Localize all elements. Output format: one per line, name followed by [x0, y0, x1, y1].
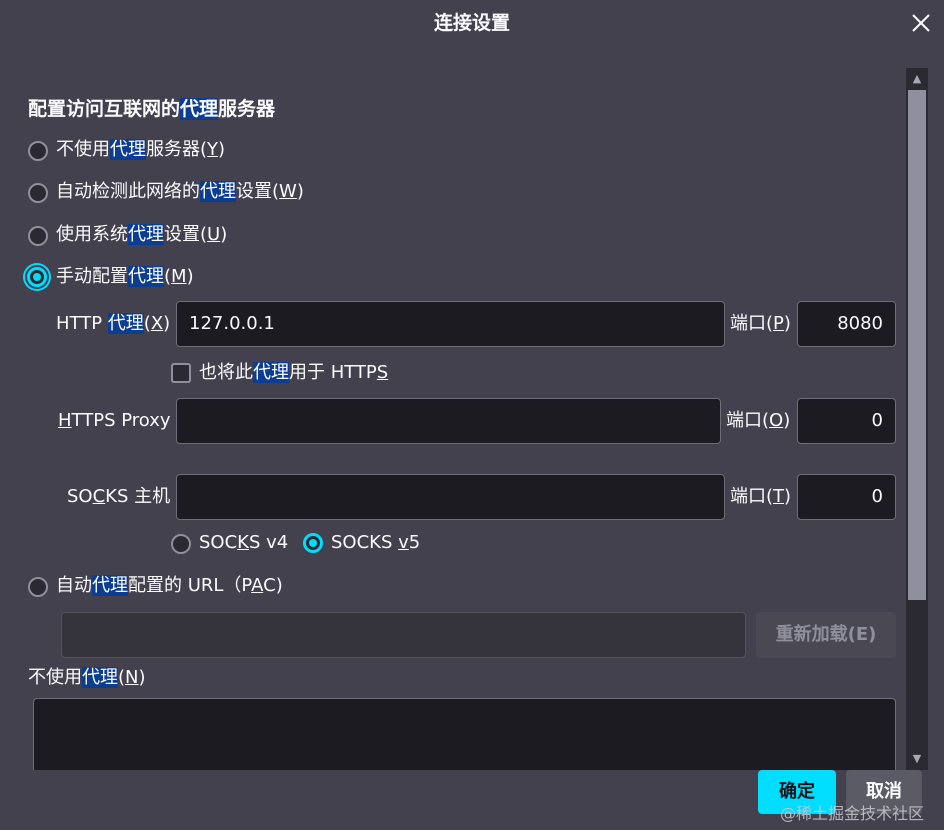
close-icon: [912, 14, 930, 32]
close-button[interactable]: [908, 10, 934, 36]
http-port-input[interactable]: 8080: [797, 301, 896, 347]
also-https-checkbox[interactable]: [171, 363, 191, 383]
socks-port-label: 端口(T): [730, 486, 792, 507]
radio-auto-detect[interactable]: [28, 183, 48, 203]
scroll-down-icon[interactable]: ▼: [908, 750, 926, 768]
radio-socks-v4-label[interactable]: SOCKS v4: [199, 530, 288, 556]
https-proxy-label: HTTPS Proxy: [58, 410, 171, 431]
radio-auto-detect-label[interactable]: 自动检测此网络的代理设置(W): [56, 179, 304, 205]
http-port-label: 端口(P): [730, 313, 791, 334]
radio-no-proxy-label[interactable]: 不使用代理服务器(Y): [56, 137, 225, 163]
also-https-label[interactable]: 也将此代理用于 HTTPS: [199, 360, 388, 386]
radio-circle-checked[interactable]: [27, 267, 47, 287]
radio-circle[interactable]: [28, 577, 48, 597]
socks-host-label: SOCKS 主机: [67, 486, 171, 507]
http-proxy-input[interactable]: 127.0.0.1: [176, 301, 725, 347]
dialog-title: 连接设置: [433, 12, 510, 34]
http-proxy-label: HTTP 代理(X): [56, 313, 171, 334]
https-port-label: 端口(O): [726, 410, 791, 431]
radio-socks-v4[interactable]: [171, 534, 191, 554]
watermark: @稀土掘金技术社区: [780, 804, 925, 823]
radio-manual-proxy[interactable]: [27, 267, 47, 287]
radio-circle[interactable]: [28, 141, 48, 161]
radio-circle[interactable]: [28, 226, 48, 246]
radio-circle[interactable]: [171, 534, 191, 554]
radio-system-proxy-label[interactable]: 使用系统代理设置(U): [56, 222, 227, 248]
radio-socks-v5[interactable]: [303, 533, 323, 553]
radio-no-proxy[interactable]: [28, 141, 48, 161]
radio-pac-label[interactable]: 自动代理配置的 URL（PAC): [56, 573, 283, 599]
radio-pac[interactable]: [28, 577, 48, 597]
reload-button[interactable]: 重新加载(E): [756, 612, 896, 658]
scrollbar-thumb[interactable]: [908, 90, 926, 600]
no-proxy-for-label: 不使用代理(N): [28, 667, 146, 688]
pac-url-input[interactable]: [61, 612, 746, 658]
radio-manual-proxy-label[interactable]: 手动配置代理(M): [56, 264, 194, 290]
radio-circle-checked[interactable]: [303, 533, 323, 553]
radio-socks-v5-label[interactable]: SOCKS v5: [331, 530, 420, 556]
socks-host-input[interactable]: [176, 474, 725, 520]
section-title: 配置访问互联网的代理服务器: [28, 98, 276, 120]
socks-port-input[interactable]: 0: [797, 474, 896, 520]
radio-system-proxy[interactable]: [28, 226, 48, 246]
checkbox-box[interactable]: [171, 363, 191, 383]
radio-circle[interactable]: [28, 183, 48, 203]
https-port-input[interactable]: 0: [797, 398, 896, 444]
no-proxy-for-textarea[interactable]: [33, 698, 896, 770]
scroll-up-icon[interactable]: ▲: [908, 70, 926, 88]
https-proxy-input[interactable]: [176, 398, 721, 444]
